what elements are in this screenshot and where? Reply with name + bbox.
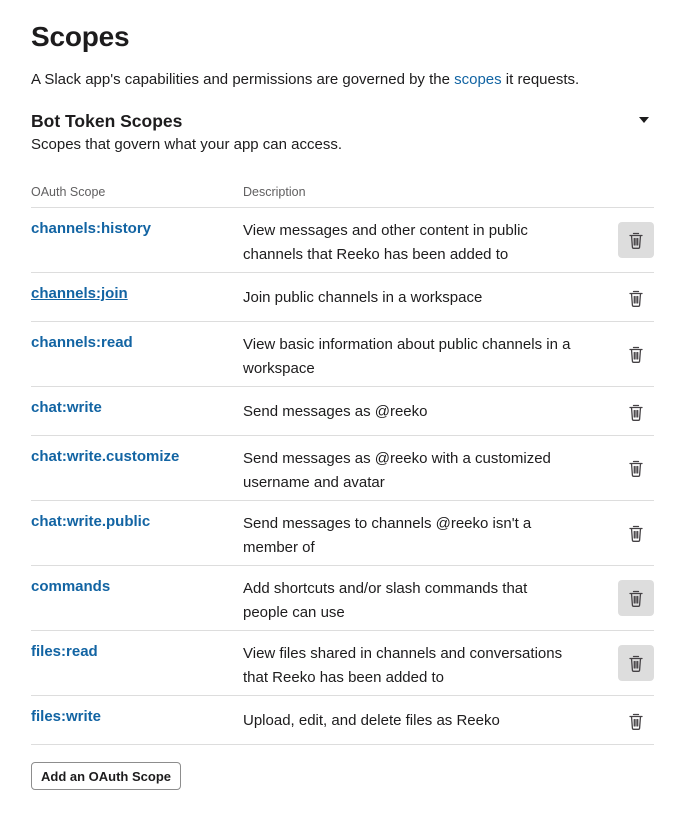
table-row: files:read View files shared in channels…	[31, 631, 654, 696]
scope-description: View files shared in channels and conver…	[243, 645, 563, 686]
trash-icon	[629, 232, 643, 249]
column-header-scope: OAuth Scope	[31, 184, 106, 199]
scope-name[interactable]: chat:write.customize	[31, 436, 243, 500]
remove-scope-button[interactable]	[618, 450, 654, 486]
trash-icon	[629, 713, 643, 730]
remove-scope-button[interactable]	[618, 580, 654, 616]
scope-description: View basic information about public chan…	[243, 336, 571, 377]
remove-scope-button[interactable]	[618, 645, 654, 681]
column-header-description: Description	[243, 184, 306, 199]
scope-description: Send messages as @reeko	[243, 403, 428, 420]
intro-text-before: A Slack app's capabilities and permissio…	[31, 71, 455, 88]
caret-down-icon[interactable]	[638, 115, 650, 125]
scope-name[interactable]: chat:write.public	[31, 501, 243, 565]
section-subtitle: Scopes that govern what your app can acc…	[31, 136, 343, 153]
remove-scope-button[interactable]	[618, 703, 654, 739]
table-row: channels:history View messages and other…	[31, 208, 654, 273]
table-row: files:write Upload, edit, and delete fil…	[31, 696, 654, 745]
add-oauth-scope-button[interactable]: Add an OAuth Scope	[31, 762, 181, 790]
remove-scope-button[interactable]	[618, 394, 654, 430]
intro-text: A Slack app's capabilities and permissio…	[31, 70, 579, 90]
table-row: channels:join Join public channels in a …	[31, 273, 654, 322]
trash-icon	[629, 290, 643, 307]
table-row: chat:write.customize Send messages as @r…	[31, 436, 654, 501]
table-row: chat:write Send messages as @reeko	[31, 387, 654, 436]
table-row: chat:write.public Send messages to chann…	[31, 501, 654, 566]
trash-icon	[629, 346, 643, 363]
intro-text-after: it requests.	[501, 71, 580, 88]
scope-name[interactable]: channels:read	[31, 322, 243, 386]
remove-scope-button[interactable]	[618, 222, 654, 258]
scope-description: Send messages as @reeko with a customize…	[243, 450, 551, 491]
trash-icon	[629, 525, 643, 542]
scopes-table: OAuth Scope Description channels:history…	[31, 176, 654, 745]
scope-description: Join public channels in a workspace	[243, 289, 483, 306]
scope-name[interactable]: files:read	[31, 631, 243, 695]
scope-description: Add shortcuts and/or slash commands that…	[243, 580, 528, 621]
table-row: commands Add shortcuts and/or slash comm…	[31, 566, 654, 631]
scope-name[interactable]: channels:history	[31, 208, 243, 272]
trash-icon	[629, 655, 643, 672]
scope-name[interactable]: commands	[31, 566, 243, 630]
table-header: OAuth Scope Description	[31, 176, 654, 208]
remove-scope-button[interactable]	[618, 336, 654, 372]
scope-name[interactable]: files:write	[31, 696, 243, 744]
trash-icon	[629, 404, 643, 421]
remove-scope-button[interactable]	[618, 515, 654, 551]
page-title: Scopes	[31, 21, 130, 52]
scope-name[interactable]: chat:write	[31, 387, 243, 435]
scope-name[interactable]: channels:join	[31, 273, 243, 321]
section-title: Bot Token Scopes	[31, 111, 183, 131]
scopes-link[interactable]: scopes	[454, 71, 502, 88]
table-row: channels:read View basic information abo…	[31, 322, 654, 387]
trash-icon	[629, 590, 643, 607]
scope-description: Upload, edit, and delete files as Reeko	[243, 712, 500, 729]
scope-description: Send messages to channels @reeko isn't a…	[243, 515, 532, 556]
trash-icon	[629, 460, 643, 477]
remove-scope-button[interactable]	[618, 280, 654, 316]
scope-description: View messages and other content in publi…	[243, 222, 528, 263]
